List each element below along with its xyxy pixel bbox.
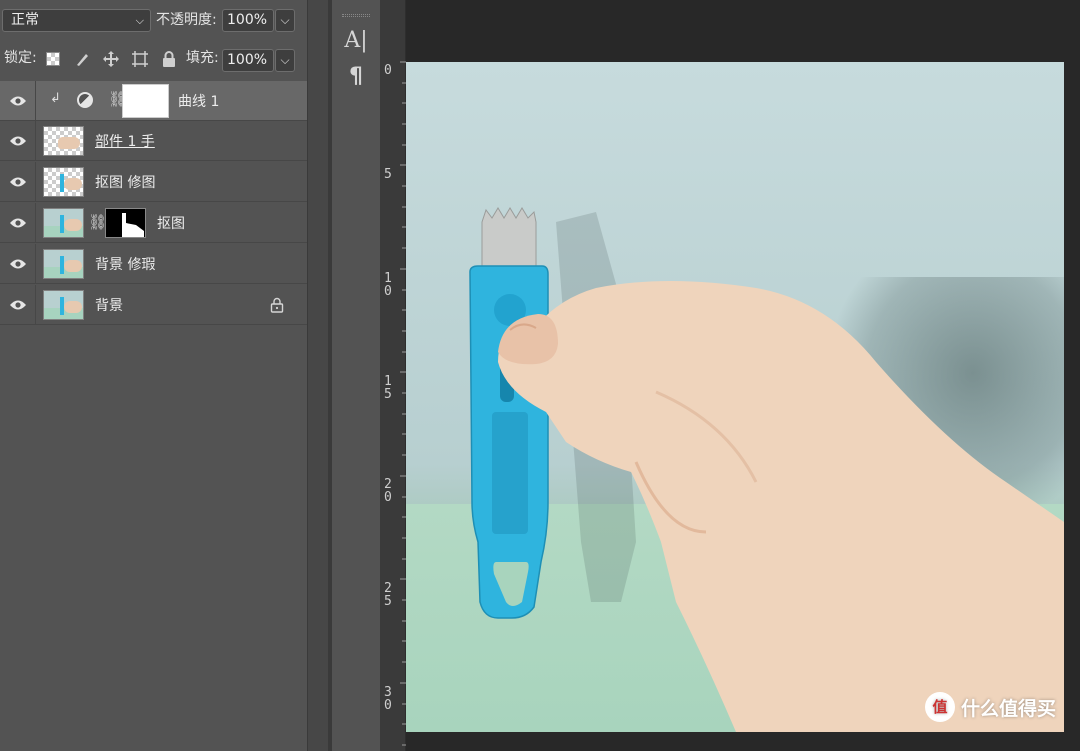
layers-panel: 正常 ⌵ 不透明度: 100% ⌵ 锁定: 填充: 100% ⌵ ↲ ⛓ 曲线 1 [0, 0, 328, 751]
character-panel-button[interactable]: A| [338, 26, 374, 56]
layer-name[interactable]: 曲线 1 [178, 91, 219, 111]
fill-dropdown-button[interactable]: ⌵ [275, 49, 295, 72]
clipping-arrow-icon: ↲ [50, 91, 61, 106]
opacity-label: 不透明度: [156, 12, 217, 28]
layer-row-background-retouch[interactable]: 背景 修瑕 [0, 244, 307, 284]
chevron-down-icon: ⌵ [280, 13, 290, 27]
layer-thumbnail[interactable] [43, 167, 84, 197]
visibility-toggle[interactable] [0, 244, 36, 284]
layer-thumbnail[interactable] [43, 249, 84, 279]
document-canvas[interactable]: 值 什么值得买 [406, 62, 1064, 732]
eye-icon [10, 300, 26, 310]
product-photo [469, 207, 1064, 732]
vertical-ruler[interactable]: 0 5 1 0 1 5 2 0 2 5 3 0 [380, 0, 406, 751]
eye-icon [10, 136, 26, 146]
opacity-input[interactable]: 100% [222, 9, 274, 32]
side-toolbar: A| ¶ [332, 0, 380, 751]
layer-row-curves[interactable]: ↲ ⛓ 曲线 1 [0, 81, 307, 121]
lock-artboard-icon[interactable] [131, 50, 149, 68]
blend-row: 正常 ⌵ 不透明度: 100% ⌵ [0, 0, 307, 40]
lock-image-pixels-icon[interactable] [74, 50, 92, 68]
blend-mode-select[interactable]: 正常 ⌵ [2, 9, 151, 32]
blend-mode-value: 正常 [11, 12, 39, 28]
eye-icon [10, 218, 26, 228]
eye-icon [10, 259, 26, 269]
visibility-toggle[interactable] [0, 203, 36, 243]
eye-icon [10, 177, 26, 187]
panel-divider[interactable] [307, 0, 328, 751]
fill-input[interactable]: 100% [222, 49, 274, 72]
lock-all-icon[interactable] [160, 50, 178, 68]
paragraph-panel-button[interactable]: ¶ [338, 62, 374, 92]
layer-mask-thumbnail[interactable] [105, 208, 146, 238]
layer-row-cutout[interactable]: ⛓ 抠图 [0, 203, 307, 243]
layer-name[interactable]: 背景 [95, 295, 123, 315]
layer-row-hand[interactable]: 部件 1 手 [0, 121, 307, 161]
layer-thumbnail[interactable] [43, 290, 84, 320]
visibility-toggle[interactable] [0, 162, 36, 202]
lock-row: 锁定: 填充: 100% ⌵ [0, 40, 307, 80]
layer-name[interactable]: 抠图 修图 [95, 172, 155, 192]
lock-transparent-pixels-icon[interactable] [46, 52, 60, 66]
lock-label: 锁定: [4, 50, 37, 66]
watermark: 值 什么值得买 [924, 692, 1056, 722]
visibility-toggle[interactable] [0, 121, 36, 161]
curves-adjustment-icon [77, 92, 93, 108]
ruler-ticks [400, 61, 406, 746]
chevron-down-icon: ⌵ [280, 53, 290, 67]
layer-name[interactable]: 部件 1 手 [95, 131, 155, 151]
opacity-dropdown-button[interactable]: ⌵ [275, 9, 295, 32]
lock-icon [270, 297, 284, 317]
visibility-toggle[interactable] [0, 81, 36, 121]
fill-label: 填充: [186, 50, 219, 66]
layer-name[interactable]: 背景 修瑕 [95, 254, 155, 274]
layer-mask-thumbnail[interactable] [122, 84, 169, 118]
visibility-toggle[interactable] [0, 285, 36, 325]
chevron-down-icon: ⌵ [135, 14, 144, 27]
layer-row-background[interactable]: 背景 [0, 285, 307, 325]
toolbar-grip[interactable] [342, 14, 370, 17]
watermark-text: 什么值得买 [960, 697, 1056, 720]
layer-thumbnail[interactable] [43, 208, 84, 238]
layer-thumbnail[interactable] [43, 126, 84, 156]
lock-position-icon[interactable] [102, 50, 120, 68]
watermark-logo: 值 [924, 692, 955, 722]
layer-name[interactable]: 抠图 [157, 213, 185, 233]
eye-icon [10, 96, 26, 106]
layer-row-cutout-retouch[interactable]: 抠图 修图 [0, 162, 307, 202]
